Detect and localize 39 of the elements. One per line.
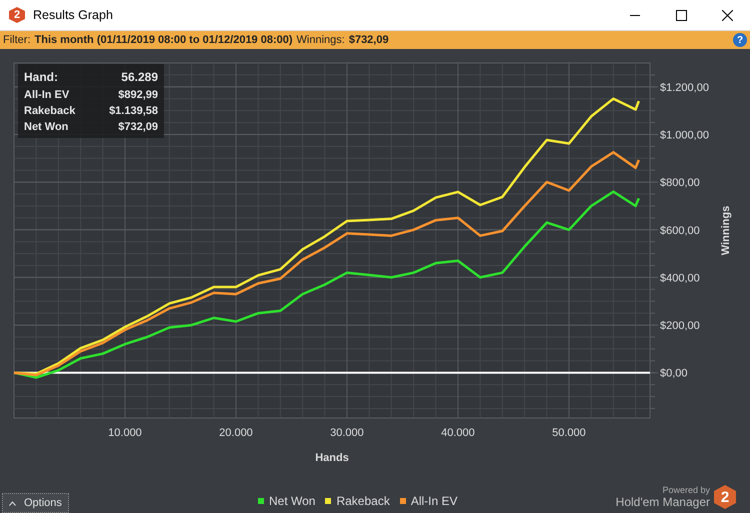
app-icon: 2 [9, 7, 25, 23]
y-tick-label: $800,00 [660, 177, 700, 190]
tooltip-label: Rakeback [24, 105, 76, 117]
winnings-value: $732,09 [348, 34, 389, 46]
y-axis-title: Winnings [720, 206, 732, 256]
filter-value: This month (01/11/2019 08:00 to 01/12/2019 08:00) [34, 34, 293, 46]
legend-label: Rakeback [336, 494, 390, 508]
caret-icon [9, 500, 16, 506]
x-tick-label: 50.000 [552, 427, 586, 439]
tooltip-value: $732,09 [118, 121, 158, 133]
tooltip-value: $1.139,58 [109, 105, 158, 117]
x-tick-label: 10.000 [108, 427, 142, 439]
tooltip-value: $892,99 [118, 89, 158, 101]
product-name: Hold'em Manager [616, 495, 710, 509]
x-tick-label: 40.000 [441, 427, 475, 439]
y-tick-label: $600,00 [660, 224, 700, 237]
x-tick-label: 20.000 [219, 427, 253, 439]
logo: 2 [714, 485, 736, 509]
help-button[interactable]: ? [733, 33, 747, 47]
options-button[interactable]: Options [2, 493, 69, 513]
tooltip-value: 56.289 [121, 70, 158, 84]
y-tick-label: $1.200,00 [660, 82, 709, 94]
close-icon[interactable] [722, 10, 732, 20]
y-tick-label: $0,00 [660, 368, 688, 380]
legend-label: Net Won [269, 494, 316, 508]
legend-label: All-In EV [410, 494, 458, 508]
filter-label: Filter: [3, 34, 30, 46]
x-tick-label: 30.000 [330, 427, 364, 439]
tooltip-label: Net Won [24, 121, 68, 133]
window-title: Results Graph [33, 8, 114, 22]
tooltip-label: All-In EV [24, 89, 70, 101]
winnings-label: Winnings: [296, 34, 345, 46]
y-tick-label: $200,00 [660, 320, 700, 332]
powered-by-text: Powered by [662, 485, 710, 495]
maximize-icon[interactable] [676, 10, 686, 20]
tooltip-label: Hand: [24, 70, 58, 84]
x-axis-title: Hands [315, 452, 349, 464]
y-tick-label: $400,00 [660, 272, 700, 284]
y-tick-label: $1.000,00 [660, 129, 709, 142]
